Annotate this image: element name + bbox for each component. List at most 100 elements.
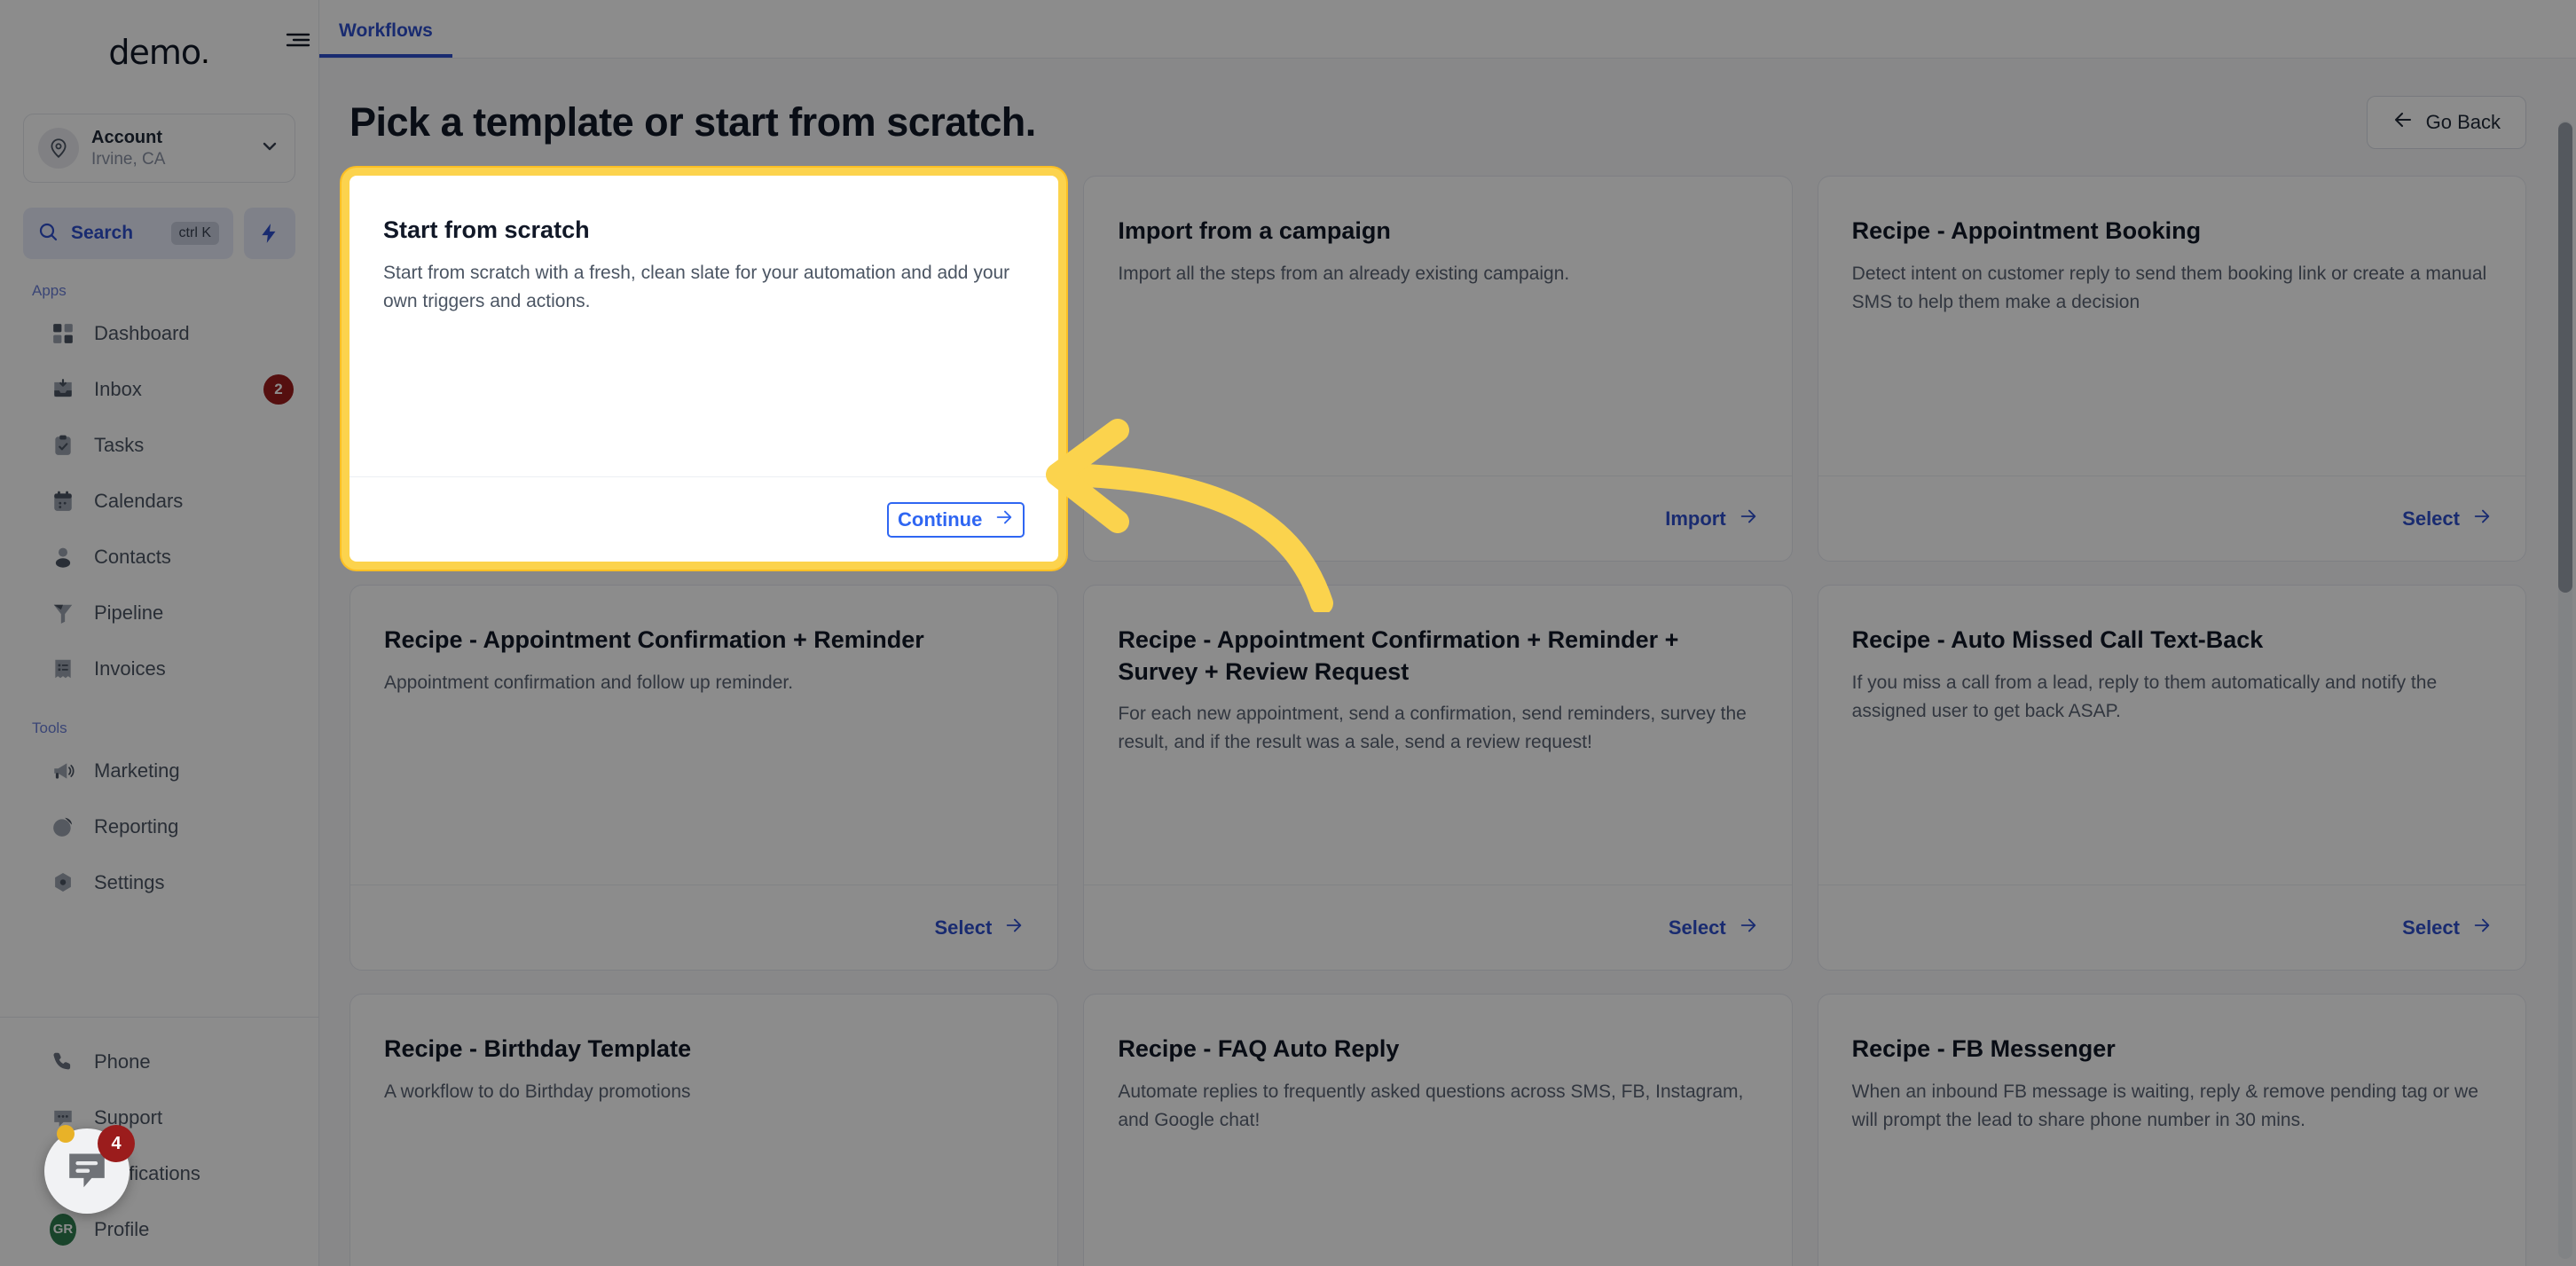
search-icon: [37, 221, 59, 247]
sidebar-label: Profile: [94, 1217, 150, 1240]
search-shortcut-badge: ctrl K: [170, 222, 219, 245]
card-title: Recipe - FB Messenger: [1851, 1035, 2116, 1062]
select-button[interactable]: Select: [2402, 507, 2492, 531]
quick-actions-button[interactable]: [244, 208, 295, 259]
card-footer: Select: [1818, 476, 2525, 561]
sidebar-item-phone[interactable]: Phone: [0, 1034, 318, 1089]
invoices-icon: [50, 656, 76, 682]
card-footer: Select: [1818, 885, 2525, 970]
sidebar-label: Pipeline: [94, 601, 164, 624]
sidebar-label: Invoices: [94, 657, 166, 680]
topbar: Workflows: [319, 0, 2576, 59]
template-card-start-from-scratch[interactable]: Start from scratch Start from scratch wi…: [349, 176, 1059, 562]
card-body: Start from scratch Start from scratch wi…: [349, 176, 1058, 476]
sidebar-section-label-apps: Apps: [32, 282, 67, 299]
card-description: Start from scratch with a fresh, clean s…: [383, 262, 1010, 311]
template-card-birthday-template[interactable]: Recipe - Birthday Template A workflow to…: [349, 994, 1059, 1266]
card-description: A workflow to do Birthday promotions: [384, 1081, 691, 1102]
continue-button[interactable]: Continue: [887, 501, 1025, 538]
account-selector[interactable]: Account Irvine, CA: [23, 114, 295, 183]
card-title: Recipe - Auto Missed Call Text-Back: [1851, 626, 2264, 653]
sidebar-section-label-tools: Tools: [32, 719, 67, 736]
sidebar-item-calendars[interactable]: Calendars: [0, 473, 318, 529]
card-footer: Import: [1084, 476, 1792, 561]
import-button[interactable]: Import: [1665, 507, 1757, 531]
sidebar-label: Marketing: [94, 759, 180, 782]
sidebar-item-pipeline[interactable]: Pipeline: [0, 585, 318, 641]
sidebar-label: Inbox: [94, 377, 142, 400]
brand-dot: .: [200, 33, 210, 71]
brand-logo[interactable]: demo .: [0, 0, 318, 105]
phone-icon: [50, 1049, 76, 1075]
search-label: Search: [71, 223, 134, 243]
arrow-right-icon: [2472, 916, 2492, 940]
card-title: Start from scratch: [383, 216, 590, 243]
page-title: Pick a template or start from scratch.: [349, 99, 1036, 145]
select-label: Select: [934, 916, 993, 939]
chevron-down-icon[interactable]: [259, 136, 280, 161]
template-card-auto-missed-call-text-back[interactable]: Recipe - Auto Missed Call Text-Back If y…: [1817, 585, 2526, 971]
template-card-faq-auto-reply[interactable]: Recipe - FAQ Auto Reply Automate replies…: [1083, 994, 1793, 1266]
card-description: When an inbound FB message is waiting, r…: [1851, 1081, 2478, 1130]
sidebar-item-profile[interactable]: GR Profile: [0, 1201, 318, 1257]
template-grid: Start from scratch Start from scratch wi…: [319, 176, 2576, 1266]
select-button[interactable]: Select: [1669, 916, 1758, 940]
arrow-left-icon: [2392, 109, 2414, 136]
select-label: Select: [1668, 916, 1726, 939]
card-title: Recipe - FAQ Auto Reply: [1118, 1035, 1400, 1062]
sidebar-item-contacts[interactable]: Contacts: [0, 529, 318, 585]
chat-widget-button[interactable]: 4: [44, 1125, 135, 1214]
tab-workflows[interactable]: Workflows: [319, 20, 452, 58]
sidebar-item-reporting[interactable]: Reporting: [0, 798, 318, 854]
card-body: Recipe - Auto Missed Call Text-Back If y…: [1818, 586, 2525, 885]
gear-icon: [50, 869, 76, 896]
card-title: Recipe - Birthday Template: [384, 1035, 692, 1062]
template-card-appointment-confirmation-survey-review[interactable]: Recipe - Appointment Confirmation + Remi…: [1083, 585, 1793, 971]
card-description: Automate replies to frequently asked que…: [1118, 1081, 1744, 1130]
card-footer: Continue: [349, 476, 1059, 562]
go-back-button[interactable]: Go Back: [2366, 96, 2526, 149]
arrow-right-icon: [1004, 916, 1024, 940]
card-description: Import all the steps from an already exi…: [1118, 263, 1570, 284]
card-body: Recipe - Appointment Confirmation + Remi…: [350, 586, 1057, 885]
brand-name: demo: [108, 33, 201, 72]
template-card-fb-messenger[interactable]: Recipe - FB Messenger When an inbound FB…: [1817, 994, 2526, 1266]
card-title: Recipe - Appointment Confirmation + Remi…: [384, 626, 924, 653]
select-button[interactable]: Select: [935, 916, 1025, 940]
select-button[interactable]: Select: [2402, 916, 2492, 940]
pie-chart-icon: [50, 814, 76, 840]
scrollbar-thumb[interactable]: [2558, 122, 2572, 593]
go-back-label: Go Back: [2425, 111, 2501, 133]
template-card-appointment-booking[interactable]: Recipe - Appointment Booking Detect inte…: [1817, 176, 2526, 562]
pipeline-icon: [50, 600, 76, 626]
card-body: Import from a campaign Import all the st…: [1084, 177, 1791, 476]
import-label: Import: [1665, 507, 1726, 530]
card-description: Appointment confirmation and follow up r…: [384, 672, 794, 693]
sidebar-item-support[interactable]: Support: [0, 1089, 318, 1145]
card-body: Recipe - FAQ Auto Reply Automate replies…: [1084, 995, 1791, 1266]
template-card-appointment-confirmation-reminder[interactable]: Recipe - Appointment Confirmation + Remi…: [349, 585, 1059, 971]
template-card-import-from-campaign[interactable]: Import from a campaign Import all the st…: [1083, 176, 1793, 562]
sidebar-item-inbox[interactable]: Inbox 2: [0, 361, 318, 417]
sidebar-item-dashboard[interactable]: Dashboard: [0, 305, 318, 361]
account-location: Irvine, CA: [91, 149, 166, 169]
sidebar-item-settings[interactable]: Settings: [0, 854, 318, 910]
chat-unread-badge: 4: [98, 1125, 135, 1162]
select-label: Select: [2402, 507, 2460, 530]
collapse-sidebar-icon[interactable]: [286, 28, 312, 56]
card-description: For each new appointment, send a confirm…: [1118, 704, 1747, 753]
card-footer: Select: [1084, 885, 1792, 970]
sidebar-bottom-nav: Phone Support Notifications GR Profile: [0, 1017, 318, 1266]
profile-initials: GR: [50, 1213, 76, 1246]
sidebar-item-marketing[interactable]: Marketing: [0, 743, 318, 798]
card-title: Recipe - Appointment Booking: [1851, 217, 2202, 244]
sidebar-item-tasks[interactable]: Tasks: [0, 417, 318, 473]
search-input[interactable]: Search ctrl K: [23, 208, 233, 259]
sidebar-label: Phone: [94, 1050, 151, 1073]
card-description: If you miss a call from a lead, reply to…: [1851, 672, 2438, 721]
sidebar-nav-tools: Marketing Reporting Settings: [0, 743, 318, 910]
app-root: demo . Account Irvine, CA Search ctrl K …: [0, 0, 2576, 1266]
sidebar-item-invoices[interactable]: Invoices: [0, 641, 318, 696]
arrow-right-icon: [994, 507, 1014, 532]
